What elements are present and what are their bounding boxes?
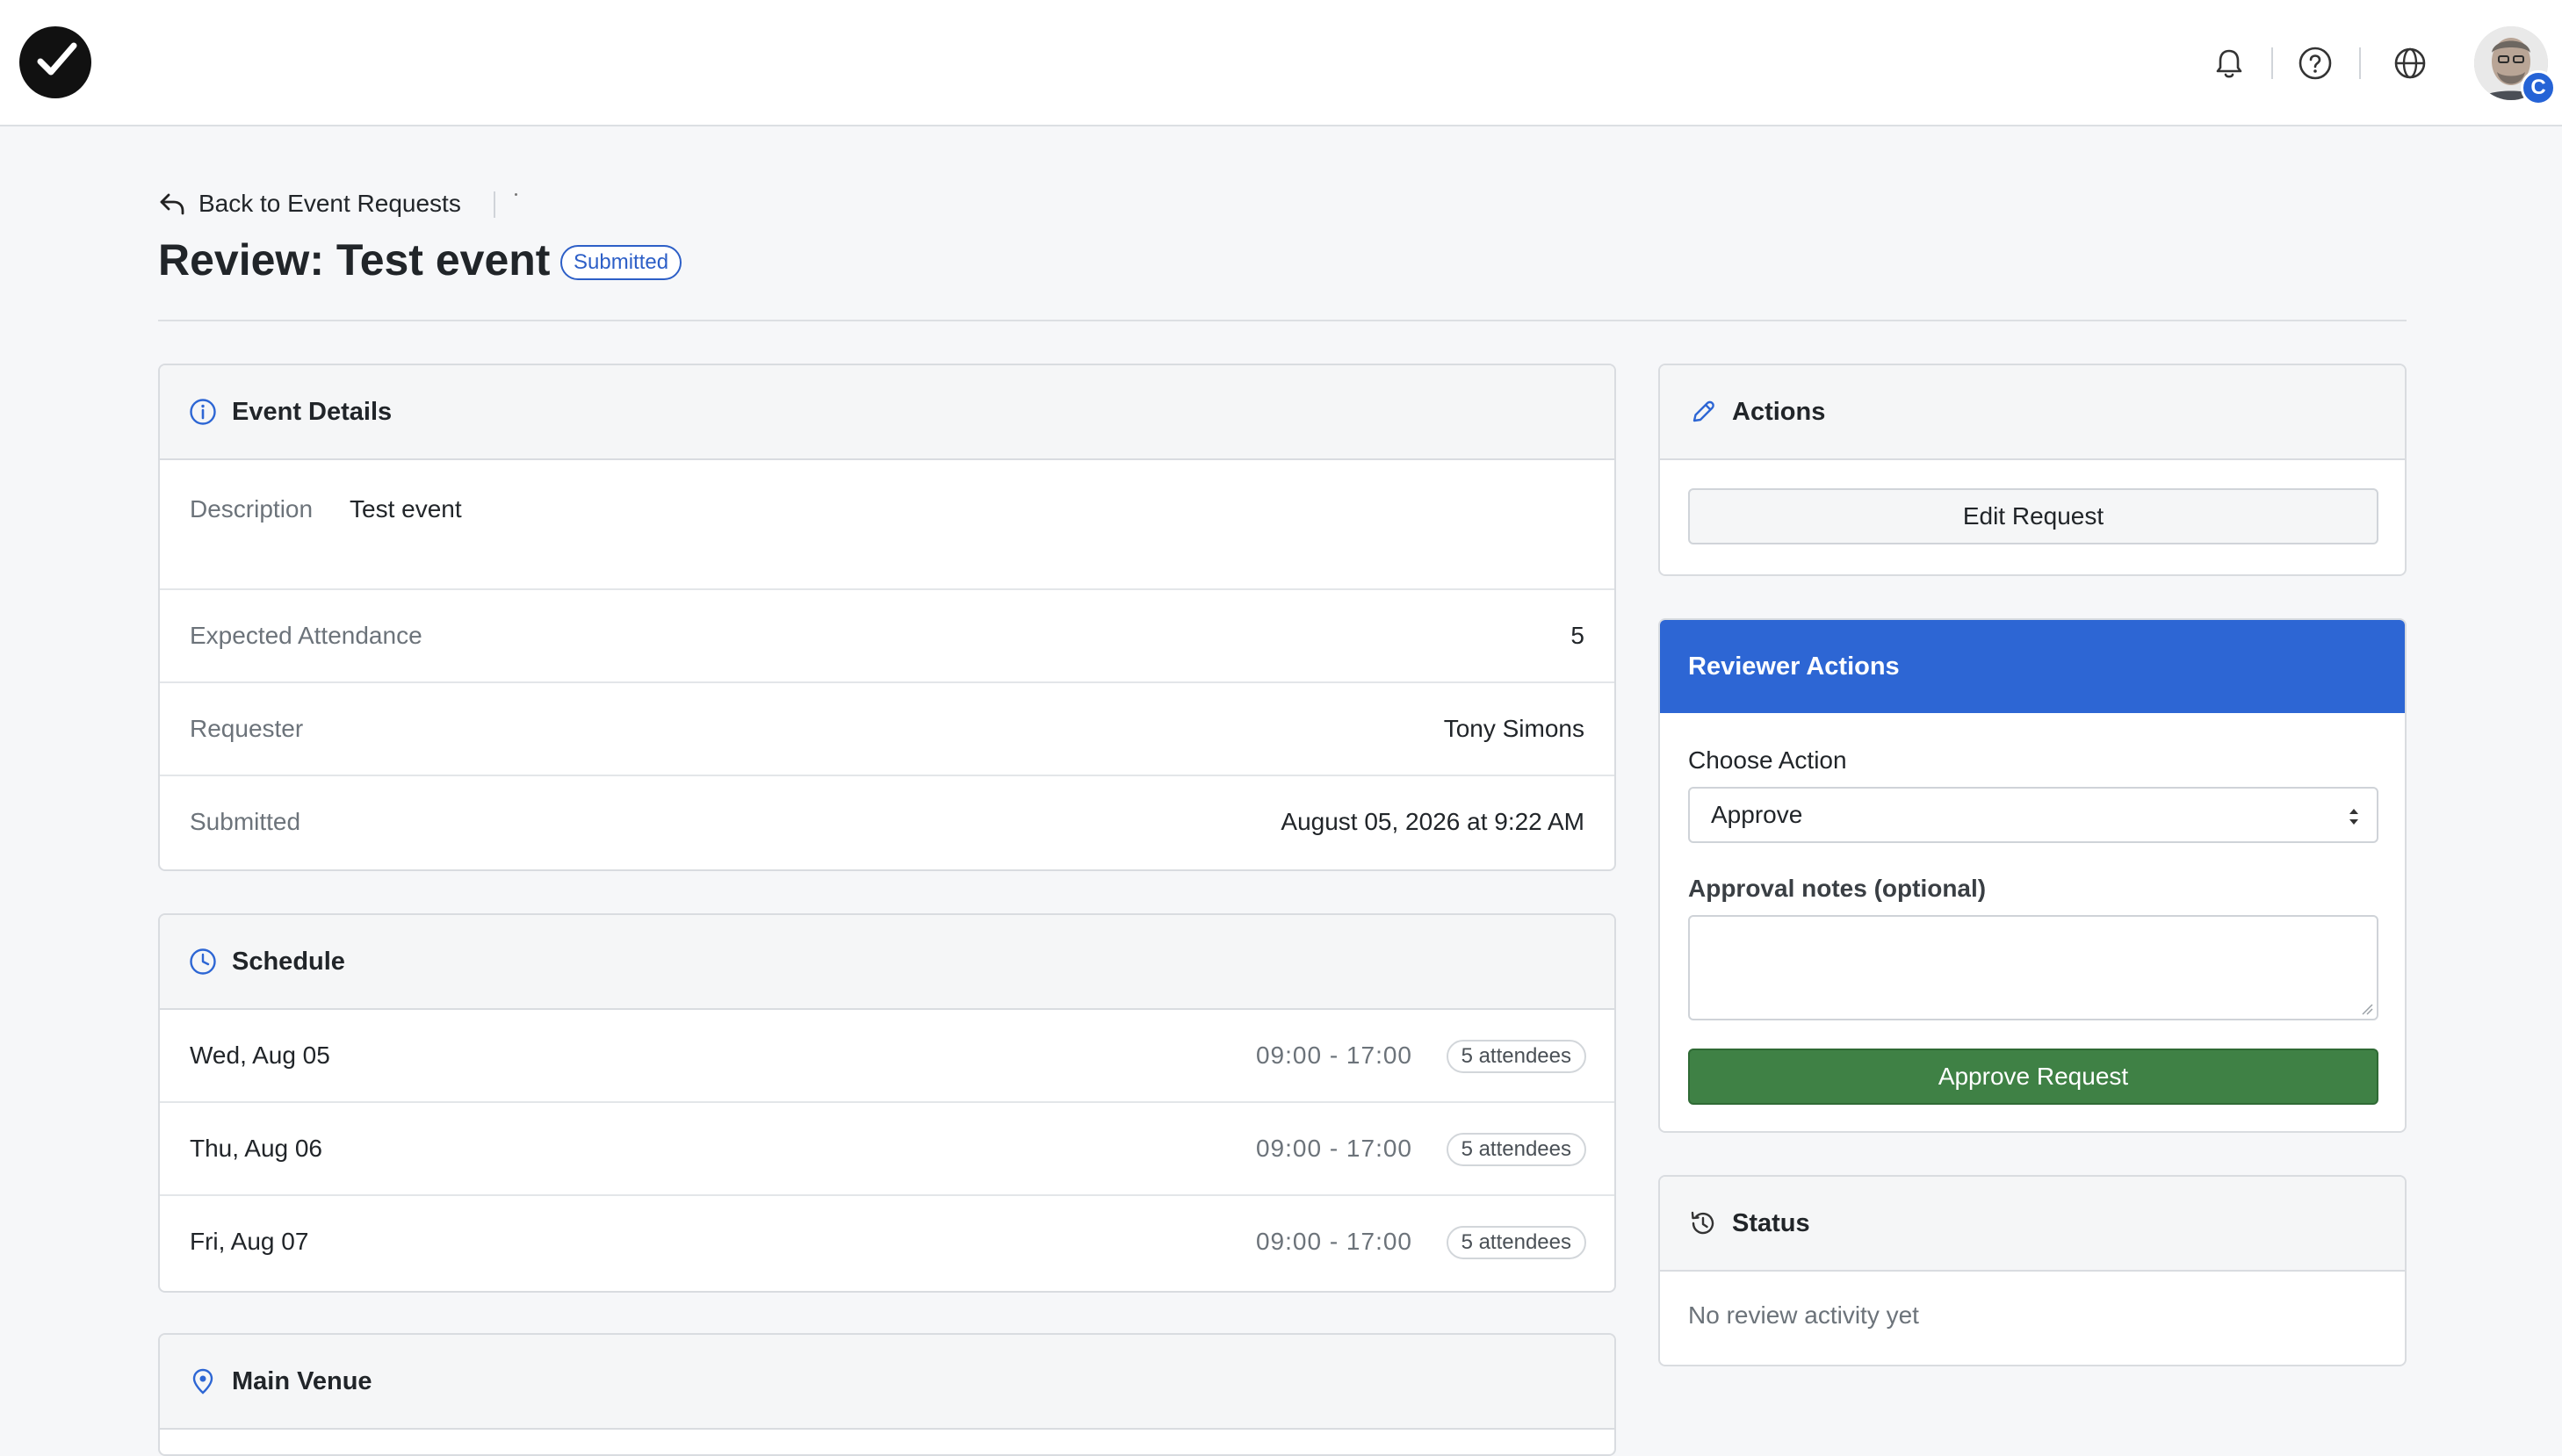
submitted-label: Submitted — [190, 808, 301, 835]
approval-notes-textarea[interactable] — [1688, 915, 2378, 1020]
back-link-label: Back to Event Requests — [198, 190, 461, 217]
info-icon — [190, 399, 216, 425]
attendance-label: Expected Attendance — [190, 622, 422, 649]
choose-action-select[interactable]: Approve — [1688, 787, 2378, 843]
schedule-header: Schedule — [160, 915, 1614, 1010]
approval-notes-label: Approval notes (optional) — [1688, 875, 1987, 902]
breadcrumb-dot — [515, 193, 517, 196]
main-venue-header: Main Venue — [160, 1335, 1614, 1430]
resize-grip-icon[interactable] — [2361, 1003, 2373, 1015]
approve-request-button[interactable]: Approve Request — [1688, 1049, 2378, 1105]
schedule-title: Schedule — [232, 947, 345, 976]
schedule-day: Thu, Aug 06 — [190, 1135, 323, 1162]
schedule-day: Fri, Aug 07 — [190, 1228, 309, 1255]
schedule-day: Wed, Aug 05 — [190, 1042, 330, 1069]
actions-card: Actions Edit Request — [1658, 364, 2407, 576]
attendance-row: Expected Attendance 5 — [160, 590, 1614, 683]
toolbar-divider — [2271, 47, 2273, 79]
status-badge: Submitted — [560, 245, 682, 280]
requester-value: Tony Simons — [1443, 715, 1584, 742]
schedule-time: 09:00 - 17:00 — [1255, 1042, 1412, 1069]
select-caret-icon — [2349, 809, 2358, 825]
header-divider — [158, 320, 2407, 321]
page-title: Review: Test event — [158, 235, 551, 285]
schedule-time: 09:00 - 17:00 — [1255, 1135, 1412, 1162]
actions-header: Actions — [1660, 365, 2405, 460]
schedule-row: Thu, Aug 06 09:00 - 17:00 5 attendees — [160, 1103, 1614, 1196]
attendees-badge: 5 attendees — [1446, 1226, 1586, 1259]
history-icon — [1691, 1211, 1714, 1235]
toolbar-divider — [2359, 47, 2361, 79]
requester-label: Requester — [190, 715, 304, 742]
description-label: Description — [190, 495, 314, 523]
schedule-time: 09:00 - 17:00 — [1255, 1228, 1412, 1255]
event-details-card: Event Details Description Test event Exp… — [158, 364, 1616, 871]
pencil-icon — [1692, 400, 1714, 422]
selected-action-value: Approve — [1711, 801, 1803, 828]
status-card: Status No review activity yet — [1658, 1175, 2407, 1366]
reviewer-actions-header: Reviewer Actions — [1660, 620, 2405, 713]
status-empty-text: No review activity yet — [1688, 1301, 1919, 1329]
attendees-badge: 5 attendees — [1446, 1133, 1586, 1166]
requester-row: Requester Tony Simons — [160, 683, 1614, 776]
location-pin-icon — [192, 1368, 213, 1395]
main-venue-title: Main Venue — [232, 1366, 372, 1395]
checkmark-logo-icon[interactable] — [19, 26, 91, 98]
description-row: Description Test event — [160, 460, 1614, 590]
clock-icon — [190, 948, 216, 975]
submitted-row: Submitted August 05, 2026 at 9:22 AM — [160, 776, 1614, 869]
submitted-value: August 05, 2026 at 9:22 AM — [1281, 808, 1584, 835]
reviewer-actions-card: Reviewer Actions Choose Action Approve A… — [1658, 618, 2407, 1133]
status-header: Status — [1660, 1177, 2405, 1272]
avatar-badge: C — [2521, 70, 2556, 105]
attendees-badge: 5 attendees — [1446, 1040, 1586, 1073]
schedule-card: Schedule Wed, Aug 05 09:00 - 17:00 5 att… — [158, 913, 1616, 1293]
edit-request-button[interactable]: Edit Request — [1688, 488, 2378, 544]
help-circle-icon[interactable] — [2296, 44, 2335, 83]
event-details-header: Event Details — [160, 365, 1614, 460]
actions-title: Actions — [1732, 397, 1826, 426]
choose-action-label: Choose Action — [1688, 746, 1847, 774]
back-arrow-icon — [160, 193, 184, 215]
description-value: Test event — [350, 495, 462, 523]
schedule-row: Wed, Aug 05 09:00 - 17:00 5 attendees — [160, 1010, 1614, 1103]
attendance-value: 5 — [1570, 622, 1584, 649]
top-navigation-bar: C — [0, 0, 2562, 126]
event-details-title: Event Details — [232, 397, 393, 426]
breadcrumb-divider — [494, 191, 495, 218]
back-to-event-requests-link[interactable]: Back to Event Requests — [158, 186, 461, 221]
bell-icon[interactable] — [2210, 44, 2248, 83]
globe-icon[interactable] — [2391, 44, 2429, 83]
main-venue-card: Main Venue — [158, 1333, 1616, 1456]
status-title: Status — [1732, 1208, 1810, 1237]
schedule-row: Fri, Aug 07 09:00 - 17:00 5 attendees — [160, 1196, 1614, 1289]
